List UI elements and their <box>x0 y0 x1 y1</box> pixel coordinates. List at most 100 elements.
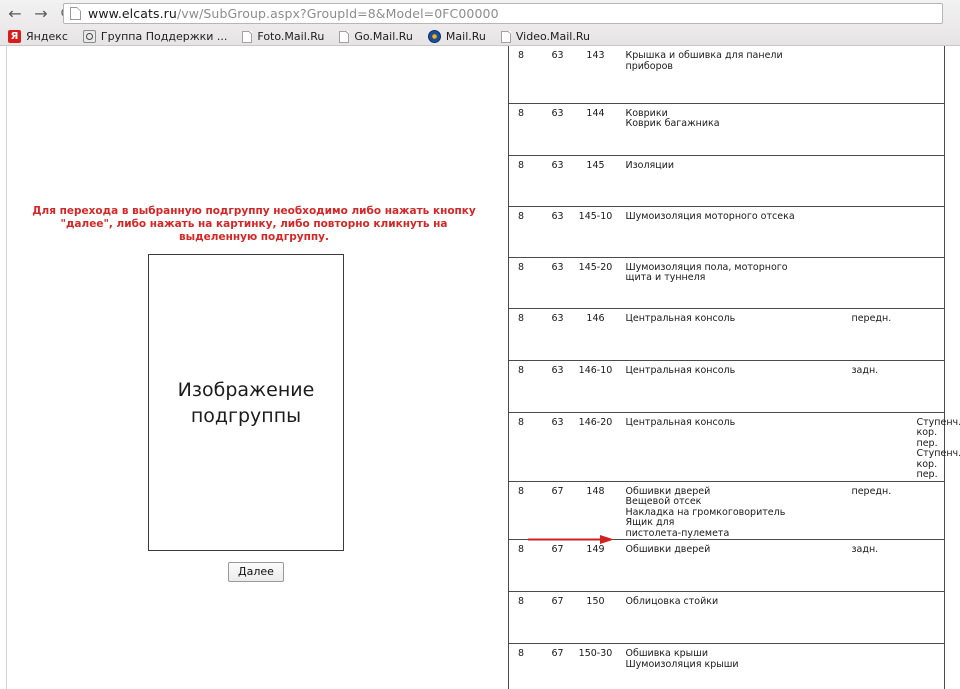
cell-number: 150 <box>574 591 617 644</box>
cell-name-line: Центральная консоль <box>625 364 736 376</box>
cell-name-line: пистолета-пулемета <box>625 527 730 539</box>
page-icon <box>242 30 253 43</box>
cell-name-line: Центральная консоль <box>625 312 736 324</box>
cell-note <box>784 103 945 156</box>
table-row[interactable]: 8 63 145-20 Шумоизоляция пола, моторного щит… <box>508 257 945 309</box>
cell-number: 145 <box>574 155 617 207</box>
cell-note-line: кор. пер. <box>916 427 938 449</box>
cell-subgroup: 67 <box>540 591 575 644</box>
cell-note: задн. <box>784 360 945 413</box>
cell-subgroup: 63 <box>540 155 575 207</box>
bookmarks-bar: Я Яндекс Группа Поддержки ... Foto.Mail.… <box>0 27 960 46</box>
cell-group: 8 <box>508 155 541 207</box>
cell-note: передн. <box>784 308 945 361</box>
cell-subgroup: 63 <box>540 206 575 258</box>
cell-group: 8 <box>508 257 541 309</box>
table-row[interactable]: 8 63 143 Крышка и обшивка для панели приборо… <box>508 46 945 104</box>
cell-note: передн. <box>784 481 945 540</box>
back-button[interactable]: ← <box>4 3 26 25</box>
cell-number: 146-20 <box>574 412 617 482</box>
cell-note-line: задн. <box>851 544 879 555</box>
cell-number: 150-30 <box>574 643 617 689</box>
subgroup-image-label-line2: подгруппы <box>190 404 302 427</box>
address-bar[interactable]: www.elcats.ru/vw/SubGroup.aspx?GroupId=8… <box>63 3 943 24</box>
bookmark-foto-mail-ru[interactable]: Foto.Mail.Ru <box>240 28 326 45</box>
cell-group: 8 <box>508 412 541 482</box>
bookmark-gruppa-podderzhki[interactable]: Группа Поддержки ... <box>81 28 229 45</box>
bookmark-yandex[interactable]: Я Яндекс <box>6 28 70 45</box>
cell-subgroup: 63 <box>540 103 575 156</box>
parts-table: 8 63 143 Крышка и обшивка для панели приборо… <box>508 46 960 689</box>
cell-name: Коврики Коврик багажника <box>616 103 785 156</box>
table-row[interactable]: 8 67 149 Обшивки дверей задн. <box>508 539 945 592</box>
address-bar-url: www.elcats.ru/vw/SubGroup.aspx?GroupId=8… <box>88 6 499 21</box>
table-row[interactable]: 8 67 150-30 Обшивка крыши Шумоизоляция крыши <box>508 643 945 689</box>
cell-number: 143 <box>574 46 617 104</box>
cell-note <box>784 643 945 689</box>
browser-nav-bar: ← → ⟳ www.elcats.ru/vw/SubGroup.aspx?Gro… <box>0 0 960 27</box>
cell-note <box>784 155 945 207</box>
next-button[interactable]: Далее <box>228 562 284 582</box>
bookmark-label: Группа Поддержки ... <box>100 30 228 43</box>
browser-chrome: ← → ⟳ www.elcats.ru/vw/SubGroup.aspx?Gro… <box>0 0 960 46</box>
arrow-right-icon: → <box>34 3 48 23</box>
cell-group: 8 <box>508 308 541 361</box>
cell-group: 8 <box>508 103 541 156</box>
yandex-icon: Я <box>8 30 21 43</box>
bookmark-mail-ru[interactable]: Mail.Ru <box>426 28 488 45</box>
arrow-left-icon: ← <box>8 3 22 23</box>
cell-name: Обшивка крыши Шумоизоляция крыши <box>616 643 785 689</box>
cell-name: Центральная консоль <box>616 360 785 413</box>
bookmark-label: Яндекс <box>26 30 68 43</box>
table-row[interactable]: 8 63 144 Коврики Коврик багажника <box>508 103 945 156</box>
table-row[interactable]: 8 67 148 Обшивки дверей Вещевой отсек Накладк… <box>508 481 945 540</box>
cell-number: 145-20 <box>574 257 617 309</box>
cell-subgroup: 67 <box>540 539 575 592</box>
bookmark-label: Go.Mail.Ru <box>354 30 413 43</box>
cell-note <box>784 206 945 258</box>
cell-name-line: щита и туннеля <box>625 272 706 283</box>
table-row[interactable]: 8 63 146 Центральная консоль передн. <box>508 308 945 361</box>
cell-group: 8 <box>508 539 541 592</box>
cell-note-line: передн. <box>851 312 892 324</box>
instruction-text: Для перехода в выбранную подгруппу необх… <box>32 205 476 243</box>
cell-name: Облицовка стойки <box>616 591 785 644</box>
cell-name-line: Ящик для <box>625 517 675 528</box>
cell-group: 8 <box>508 481 541 540</box>
forward-button[interactable]: → <box>30 3 52 25</box>
page-icon <box>339 30 350 43</box>
cell-subgroup: 63 <box>540 412 575 482</box>
bookmark-go-mail-ru[interactable]: Go.Mail.Ru <box>337 28 415 45</box>
cell-name: Обшивки дверей Вещевой отсек Накладка на г… <box>616 481 785 540</box>
subgroup-image-placeholder[interactable]: Изображение подгруппы <box>148 254 344 551</box>
cell-name-line: Шумоизоляция моторного отсека <box>625 210 795 222</box>
cell-note-line: Ступенч. <box>916 448 960 459</box>
table-row[interactable]: 8 63 146-10 Центральная консоль задн. <box>508 360 945 413</box>
cell-name: Центральная консоль <box>616 412 785 482</box>
cell-subgroup: 67 <box>540 481 575 540</box>
cell-number: 146 <box>574 308 617 361</box>
cell-name-line: Обшивки дверей <box>625 544 711 555</box>
table-row[interactable]: 8 67 150 Облицовка стойки <box>508 591 945 644</box>
cell-subgroup: 63 <box>540 46 575 104</box>
cell-note-line: передн. <box>851 485 892 497</box>
cell-name-line: Крышка и обшивка для панели <box>625 50 783 61</box>
parts-table-body: 8 63 143 Крышка и обшивка для панели приборо… <box>508 46 960 689</box>
bookmark-video-mail-ru[interactable]: Video.Mail.Ru <box>499 28 592 45</box>
cell-number: 144 <box>574 103 617 156</box>
table-row[interactable]: 8 63 145-10 Шумоизоляция моторного отсека <box>508 206 945 258</box>
table-row[interactable]: 8 63 145 Изоляции <box>508 155 945 207</box>
cell-name: Крышка и обшивка для панели приборов <box>616 46 785 104</box>
cell-name: Центральная консоль <box>616 308 785 361</box>
cell-note <box>784 257 945 309</box>
camera-icon <box>82 30 96 43</box>
bookmark-label: Mail.Ru <box>445 30 486 43</box>
cell-name: Обшивки дверей <box>616 539 785 592</box>
cell-name-line: Коврик багажника <box>625 118 720 129</box>
cell-note <box>784 591 945 644</box>
table-row[interactable]: 863146-20 Центральная консоль Ступенч.TAXI… <box>508 412 960 482</box>
cell-note-line: задн. <box>851 364 879 376</box>
url-path: /vw/SubGroup.aspx?GroupId=8&Model=0FC000… <box>176 6 499 21</box>
cell-name-line: приборов <box>625 60 674 72</box>
cell-name: Шумоизоляция моторного отсека <box>616 206 795 258</box>
